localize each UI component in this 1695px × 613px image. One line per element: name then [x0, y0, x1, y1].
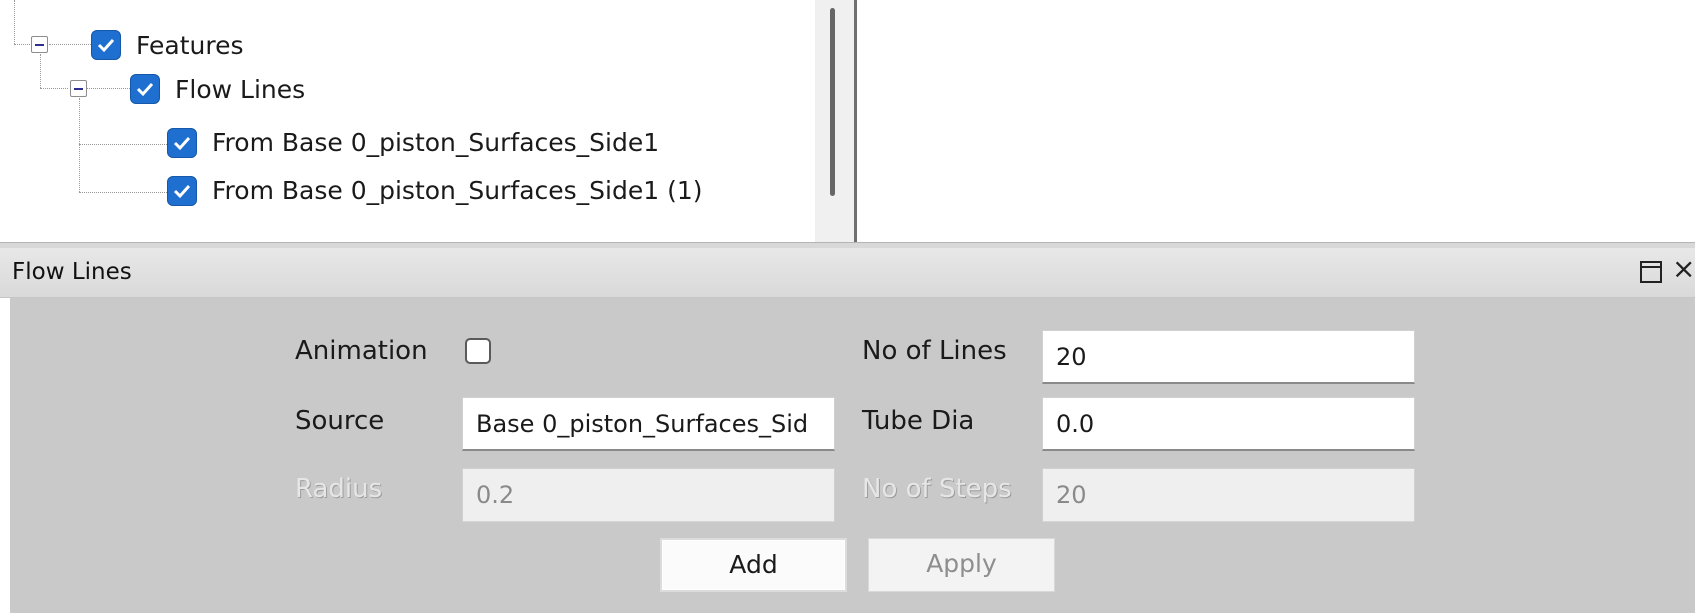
- steps-field[interactable]: [1042, 468, 1415, 522]
- tree-connector: [40, 54, 41, 88]
- lines-field[interactable]: [1042, 330, 1415, 384]
- tree-connector: [79, 192, 167, 193]
- app-window: Features Flow Lines From Base 0_piston_S…: [0, 0, 1695, 613]
- tree-connector: [79, 144, 167, 145]
- tree-scrollbar[interactable]: [815, 0, 857, 242]
- collapse-icon[interactable]: [70, 80, 87, 97]
- source-label: Source: [295, 406, 385, 436]
- lines-label: No of Lines: [862, 336, 1007, 366]
- viewport-area: [860, 0, 1695, 242]
- tree-connector: [40, 88, 68, 89]
- tree-connector: [86, 88, 130, 89]
- apply-button[interactable]: Apply: [868, 538, 1055, 592]
- checkmark-icon: [97, 38, 115, 53]
- tube-dia-label: Tube Dia: [862, 406, 975, 436]
- tree-item-features[interactable]: Features: [136, 31, 244, 61]
- collapse-icon[interactable]: [31, 36, 48, 53]
- flow-lines-form: Animation Source Radius No of Lines Tube…: [10, 298, 1695, 613]
- animation-checkbox[interactable]: [465, 338, 491, 364]
- checkmark-icon: [136, 82, 154, 97]
- tree-checkbox-flow-lines[interactable]: [130, 74, 160, 104]
- scrollbar-thumb[interactable]: [830, 8, 835, 196]
- feature-tree: Features Flow Lines From Base 0_piston_S…: [0, 0, 815, 242]
- tree-connector: [49, 44, 91, 45]
- add-button[interactable]: Add: [660, 538, 847, 592]
- tree-connector: [79, 98, 80, 192]
- tree-checkbox-features[interactable]: [91, 30, 121, 60]
- source-field[interactable]: [462, 397, 835, 451]
- tree-item-flow-lines[interactable]: Flow Lines: [175, 75, 305, 105]
- checkmark-icon: [173, 136, 191, 151]
- radius-field[interactable]: [462, 468, 835, 522]
- checkmark-icon: [173, 184, 191, 199]
- restore-window-icon[interactable]: [1640, 261, 1662, 283]
- close-icon[interactable]: ×: [1672, 254, 1695, 284]
- animation-label: Animation: [295, 336, 428, 366]
- tree-item-side1[interactable]: From Base 0_piston_Surfaces_Side1: [212, 128, 659, 158]
- panel-title-bar: Flow Lines ×: [0, 248, 1695, 298]
- tree-connector: [14, 44, 30, 45]
- tree-item-side1-copy[interactable]: From Base 0_piston_Surfaces_Side1 (1): [212, 176, 703, 206]
- steps-label: No of Steps: [862, 474, 1012, 504]
- tree-checkbox-side1[interactable]: [167, 128, 197, 158]
- radius-label: Radius: [295, 474, 383, 504]
- tube-dia-field[interactable]: [1042, 397, 1415, 451]
- panel-title: Flow Lines: [12, 259, 132, 285]
- tree-checkbox-side1-copy[interactable]: [167, 176, 197, 206]
- tree-connector: [14, 0, 15, 44]
